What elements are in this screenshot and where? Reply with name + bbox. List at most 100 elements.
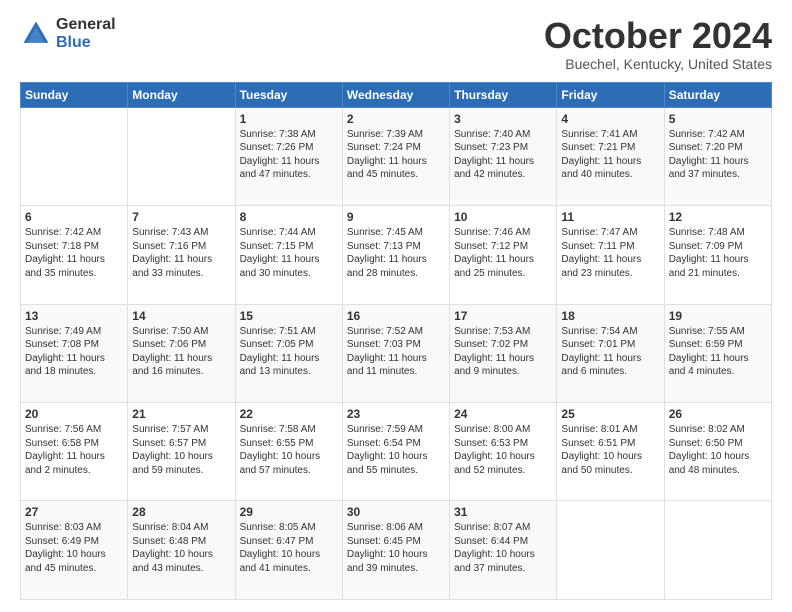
calendar-cell: 12Sunrise: 7:48 AMSunset: 7:09 PMDayligh… — [664, 206, 771, 304]
day-number: 28 — [132, 505, 230, 519]
day-number: 21 — [132, 407, 230, 421]
calendar-cell: 6Sunrise: 7:42 AMSunset: 7:18 PMDaylight… — [21, 206, 128, 304]
day-number: 9 — [347, 210, 445, 224]
calendar-cell: 23Sunrise: 7:59 AMSunset: 6:54 PMDayligh… — [342, 403, 449, 501]
header-tuesday: Tuesday — [235, 82, 342, 107]
logo-blue-text: Blue — [56, 34, 116, 52]
calendar-cell: 4Sunrise: 7:41 AMSunset: 7:21 PMDaylight… — [557, 107, 664, 205]
calendar-cell: 15 Sunrise: 7:51 AMSunset: 7:05 PMDayligh… — [235, 304, 342, 402]
week-row-1: 1Sunrise: 7:38 AMSunset: 7:26 PMDaylight… — [21, 107, 772, 205]
day-detail: Sunrise: 8:03 AMSunset: 6:49 PMDaylight:… — [25, 522, 106, 574]
week-row-2: 6Sunrise: 7:42 AMSunset: 7:18 PMDaylight… — [21, 206, 772, 304]
header-monday: Monday — [128, 82, 235, 107]
day-number: 31 — [454, 505, 552, 519]
calendar-cell: 20 Sunrise: 7:56 AMSunset: 6:58 PMDayligh… — [21, 403, 128, 501]
day-number: 13 — [25, 309, 123, 323]
calendar-cell — [128, 107, 235, 205]
calendar-cell: 7 Sunrise: 7:43 AMSunset: 7:16 PMDaylight… — [128, 206, 235, 304]
calendar-cell: 17 Sunrise: 7:53 AMSunset: 7:02 PMDayligh… — [450, 304, 557, 402]
day-detail: Sunrise: 7:50 AMSunset: 7:06 PMDaylight:… — [132, 326, 212, 378]
header-thursday: Thursday — [450, 82, 557, 107]
day-detail: Sunrise: 7:46 AMSunset: 7:12 PMDaylight:… — [454, 227, 534, 279]
logo-text: General Blue — [56, 16, 116, 51]
header-saturday: Saturday — [664, 82, 771, 107]
day-detail: Sunrise: 7:44 AMSunset: 7:15 PMDaylight:… — [240, 227, 320, 279]
day-detail: Sunrise: 7:47 AMSunset: 7:11 PMDaylight:… — [561, 227, 641, 279]
header-wednesday: Wednesday — [342, 82, 449, 107]
logo-icon — [20, 18, 52, 50]
calendar-cell: 11Sunrise: 7:47 AMSunset: 7:11 PMDayligh… — [557, 206, 664, 304]
day-detail: Sunrise: 7:49 AMSunset: 7:08 PMDaylight:… — [25, 326, 105, 378]
calendar-cell: 3 Sunrise: 7:40 AMSunset: 7:23 PMDaylight… — [450, 107, 557, 205]
day-number: 20 — [25, 407, 123, 421]
calendar-cell: 28 Sunrise: 8:04 AMSunset: 6:48 PMDayligh… — [128, 501, 235, 600]
day-number: 18 — [561, 309, 659, 323]
calendar-header: SundayMondayTuesdayWednesdayThursdayFrid… — [21, 82, 772, 107]
day-detail: Sunrise: 7:58 AMSunset: 6:55 PMDaylight:… — [240, 424, 321, 476]
day-detail: Sunrise: 8:06 AMSunset: 6:45 PMDaylight:… — [347, 522, 428, 574]
calendar-cell: 21 Sunrise: 7:57 AMSunset: 6:57 PMDayligh… — [128, 403, 235, 501]
calendar-cell — [557, 501, 664, 600]
calendar-cell: 5Sunrise: 7:42 AMSunset: 7:20 PMDaylight… — [664, 107, 771, 205]
day-number: 26 — [669, 407, 767, 421]
day-detail: Sunrise: 7:56 AMSunset: 6:58 PMDaylight:… — [25, 424, 105, 476]
day-detail: Sunrise: 7:59 AMSunset: 6:54 PMDaylight:… — [347, 424, 428, 476]
month-title: October 2024 — [544, 16, 772, 56]
day-detail: Sunrise: 7:39 AMSunset: 7:24 PMDaylight:… — [347, 129, 427, 181]
week-row-3: 13 Sunrise: 7:49 AMSunset: 7:08 PMDayligh… — [21, 304, 772, 402]
day-detail: Sunrise: 7:57 AMSunset: 6:57 PMDaylight:… — [132, 424, 213, 476]
calendar-cell: 26 Sunrise: 8:02 AMSunset: 6:50 PMDayligh… — [664, 403, 771, 501]
day-number: 22 — [240, 407, 338, 421]
day-number: 10 — [454, 210, 552, 224]
day-number: 17 — [454, 309, 552, 323]
calendar-cell: 19 Sunrise: 7:55 AMSunset: 6:59 PMDayligh… — [664, 304, 771, 402]
location: Buechel, Kentucky, United States — [544, 56, 772, 72]
day-number: 30 — [347, 505, 445, 519]
day-detail: Sunrise: 7:51 AMSunset: 7:05 PMDaylight:… — [240, 326, 320, 378]
day-detail: Sunrise: 7:43 AMSunset: 7:16 PMDaylight:… — [132, 227, 212, 279]
day-detail: Sunrise: 8:05 AMSunset: 6:47 PMDaylight:… — [240, 522, 321, 574]
day-number: 8 — [240, 210, 338, 224]
calendar-cell: 30 Sunrise: 8:06 AMSunset: 6:45 PMDayligh… — [342, 501, 449, 600]
calendar-body: 1Sunrise: 7:38 AMSunset: 7:26 PMDaylight… — [21, 107, 772, 599]
day-detail: Sunrise: 7:52 AMSunset: 7:03 PMDaylight:… — [347, 326, 427, 378]
calendar-cell: 25 Sunrise: 8:01 AMSunset: 6:51 PMDayligh… — [557, 403, 664, 501]
day-header-row: SundayMondayTuesdayWednesdayThursdayFrid… — [21, 82, 772, 107]
week-row-4: 20 Sunrise: 7:56 AMSunset: 6:58 PMDayligh… — [21, 403, 772, 501]
day-number: 15 — [240, 309, 338, 323]
page: General Blue October 2024 Buechel, Kentu… — [0, 0, 792, 612]
calendar-cell: 13 Sunrise: 7:49 AMSunset: 7:08 PMDayligh… — [21, 304, 128, 402]
calendar-cell: 10 Sunrise: 7:46 AMSunset: 7:12 PMDayligh… — [450, 206, 557, 304]
day-detail: Sunrise: 7:54 AMSunset: 7:01 PMDaylight:… — [561, 326, 641, 378]
day-detail: Sunrise: 8:01 AMSunset: 6:51 PMDaylight:… — [561, 424, 642, 476]
title-block: October 2024 Buechel, Kentucky, United S… — [544, 16, 772, 72]
day-number: 7 — [132, 210, 230, 224]
header: General Blue October 2024 Buechel, Kentu… — [20, 16, 772, 72]
day-number: 29 — [240, 505, 338, 519]
calendar-cell: 8 Sunrise: 7:44 AMSunset: 7:15 PMDaylight… — [235, 206, 342, 304]
day-detail: Sunrise: 8:02 AMSunset: 6:50 PMDaylight:… — [669, 424, 750, 476]
day-detail: Sunrise: 8:04 AMSunset: 6:48 PMDaylight:… — [132, 522, 213, 574]
logo: General Blue — [20, 16, 116, 51]
day-number: 2 — [347, 112, 445, 126]
day-detail: Sunrise: 7:45 AMSunset: 7:13 PMDaylight:… — [347, 227, 427, 279]
logo-general-text: General — [56, 16, 116, 34]
calendar-cell: 16 Sunrise: 7:52 AMSunset: 7:03 PMDayligh… — [342, 304, 449, 402]
day-number: 3 — [454, 112, 552, 126]
day-detail: Sunrise: 7:53 AMSunset: 7:02 PMDaylight:… — [454, 326, 534, 378]
calendar-cell: 27Sunrise: 8:03 AMSunset: 6:49 PMDayligh… — [21, 501, 128, 600]
day-detail: Sunrise: 7:48 AMSunset: 7:09 PMDaylight:… — [669, 227, 749, 279]
calendar-cell: 2 Sunrise: 7:39 AMSunset: 7:24 PMDaylight… — [342, 107, 449, 205]
day-number: 16 — [347, 309, 445, 323]
day-number: 25 — [561, 407, 659, 421]
week-row-5: 27Sunrise: 8:03 AMSunset: 6:49 PMDayligh… — [21, 501, 772, 600]
calendar-cell: 22 Sunrise: 7:58 AMSunset: 6:55 PMDayligh… — [235, 403, 342, 501]
calendar-cell — [664, 501, 771, 600]
header-friday: Friday — [557, 82, 664, 107]
day-detail: Sunrise: 7:41 AMSunset: 7:21 PMDaylight:… — [561, 129, 641, 181]
day-number: 19 — [669, 309, 767, 323]
day-number: 6 — [25, 210, 123, 224]
day-detail: Sunrise: 7:55 AMSunset: 6:59 PMDaylight:… — [669, 326, 749, 378]
calendar-cell: 1Sunrise: 7:38 AMSunset: 7:26 PMDaylight… — [235, 107, 342, 205]
day-detail: Sunrise: 7:40 AMSunset: 7:23 PMDaylight:… — [454, 129, 534, 181]
